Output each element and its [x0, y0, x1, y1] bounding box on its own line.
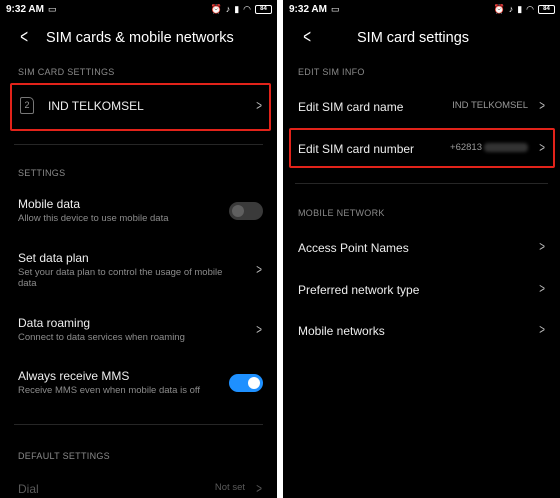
signal-icon: ▮	[234, 4, 240, 14]
screen-icon: ▭	[330, 4, 340, 14]
apn-item[interactable]: Access Point Names >	[283, 238, 560, 259]
status-time: 9:32 AM	[6, 3, 44, 15]
dial-item[interactable]: Dial Not set >	[0, 480, 277, 498]
divider	[295, 183, 548, 184]
sim-section-label: SIM CARD SETTINGS	[18, 67, 115, 77]
divider	[14, 144, 263, 145]
mobile-data-toggle[interactable]	[229, 202, 263, 220]
mms-toggle[interactable]	[229, 374, 263, 392]
silent-icon: ♪	[225, 4, 231, 14]
status-bar: 9:32 AM ▭ ⏰ ♪ ▮ ◠ 84	[0, 0, 277, 18]
data-roaming-sub: Connect to data services when roaming	[18, 332, 185, 343]
silent-icon: ♪	[508, 4, 514, 14]
mobile-networks-label: Mobile networks	[298, 324, 385, 338]
mms-sub: Receive MMS even when mobile data is off	[18, 385, 200, 396]
data-roaming-item[interactable]: Data roaming Connect to data services wh…	[0, 316, 277, 348]
network-section-label: MOBILE NETWORK	[298, 208, 385, 218]
mobile-data-label: Mobile data	[18, 197, 81, 211]
sim-name-value: IND TELKOMSEL	[452, 100, 528, 111]
dial-label: Dial	[18, 482, 39, 496]
settings-section-label: SETTINGS	[18, 168, 66, 178]
chevron-right-icon: >	[539, 321, 545, 337]
toggle-knob	[232, 205, 244, 217]
mobile-networks-item[interactable]: Mobile networks >	[283, 321, 560, 342]
signal-icon: ▮	[517, 4, 523, 14]
edit-sim-name-item[interactable]: Edit SIM card name IND TELKOMSEL >	[283, 97, 560, 118]
chevron-right-icon: >	[539, 238, 545, 254]
alarm-icon: ⏰	[493, 4, 505, 14]
page-title: SIM card settings	[357, 30, 470, 46]
chevron-right-icon: >	[539, 280, 545, 296]
network-type-item[interactable]: Preferred network type >	[283, 280, 560, 301]
screen-icon: ▭	[47, 4, 57, 14]
status-time: 9:32 AM	[289, 3, 327, 15]
chevron-right-icon: >	[256, 480, 262, 496]
wifi-icon: ◠	[526, 4, 534, 14]
header: < SIM cards & mobile networks	[0, 18, 277, 58]
status-icons: ⏰ ♪ ▮ ◠ 84	[493, 3, 555, 15]
mms-item[interactable]: Always receive MMS Receive MMS even when…	[0, 369, 277, 401]
right-screen: 9:32 AM ▭ ⏰ ♪ ▮ ◠ 84 < SIM card settings…	[283, 0, 560, 498]
status-icons: ⏰ ♪ ▮ ◠ 84	[210, 3, 272, 15]
battery-icon: 84	[538, 4, 555, 14]
battery-icon: 84	[255, 4, 272, 14]
network-type-label: Preferred network type	[298, 283, 420, 297]
alarm-icon: ⏰	[210, 4, 222, 14]
data-roaming-label: Data roaming	[18, 316, 91, 330]
data-plan-sub: Set your data plan to control the usage …	[18, 267, 223, 289]
mobile-data-item[interactable]: Mobile data Allow this device to use mob…	[0, 197, 277, 229]
mobile-data-sub: Allow this device to use mobile data	[18, 213, 169, 224]
apn-label: Access Point Names	[298, 241, 409, 255]
edit-section-label: EDIT SIM INFO	[298, 67, 365, 77]
page-title: SIM cards & mobile networks	[46, 30, 234, 46]
data-plan-label: Set data plan	[18, 251, 89, 265]
back-arrow-icon[interactable]: <	[20, 27, 40, 49]
wifi-icon: ◠	[243, 4, 251, 14]
edit-sim-name-label: Edit SIM card name	[298, 100, 404, 114]
default-section-label: DEFAULT SETTINGS	[18, 451, 110, 461]
dial-value: Not set	[214, 482, 245, 493]
mms-label: Always receive MMS	[18, 369, 130, 383]
chevron-right-icon: >	[539, 97, 545, 113]
status-bar: 9:32 AM ▭ ⏰ ♪ ▮ ◠ 84	[283, 0, 560, 18]
toggle-knob	[248, 377, 260, 389]
chevron-right-icon: >	[256, 321, 262, 337]
chevron-right-icon: >	[256, 261, 262, 277]
left-screen: 9:32 AM ▭ ⏰ ♪ ▮ ◠ 84 < SIM cards & mobil…	[0, 0, 277, 498]
header: < SIM card settings	[283, 18, 560, 58]
highlight-box	[289, 128, 555, 168]
back-arrow-icon[interactable]: <	[303, 27, 323, 49]
highlight-box	[10, 83, 271, 131]
divider	[14, 424, 263, 425]
data-plan-item[interactable]: Set data plan Set your data plan to cont…	[0, 251, 277, 293]
